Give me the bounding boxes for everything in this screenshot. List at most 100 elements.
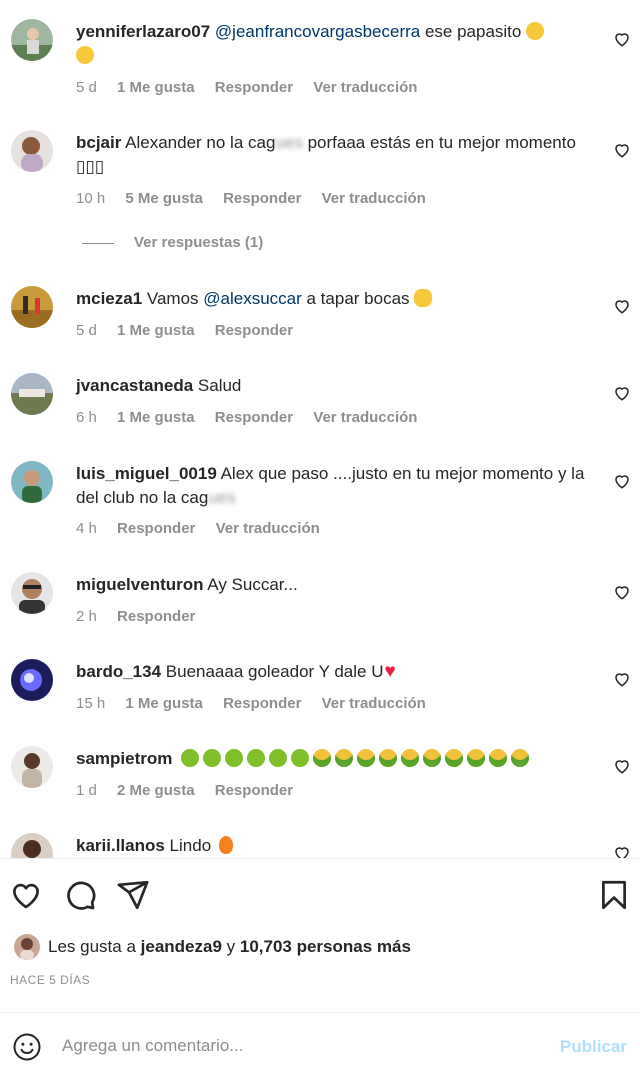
comment-text: bardo_134 Buenaaaa goleador Y dale U♥ [76,660,596,684]
post-date: HACE 5 DÍAS [10,973,91,987]
reply-button[interactable]: Responder [215,322,293,339]
heart-icon[interactable] [613,757,631,775]
fire-emoji [218,836,233,854]
comment-username[interactable]: luis_miguel_0019 [76,464,217,483]
red-heart-emoji: ♥ [384,661,396,682]
comment-time: 15 h [76,695,106,712]
comment-input[interactable] [62,1029,532,1063]
emoji-sweat-smile [526,22,548,41]
comment-username[interactable]: jvancastaneda [76,376,193,395]
comment-username[interactable]: mcieza1 [76,289,142,308]
comment-body: Salud [193,376,242,395]
avatar[interactable] [11,461,53,503]
likes-summary[interactable]: Les gusta a jeandeza9 y 10,703 personas … [14,932,411,962]
comment-text: jvancastaneda Salud [76,374,596,398]
comment-time: 5 d [76,79,97,96]
comment-body: Vamos [142,289,204,308]
avatar[interactable] [11,286,53,328]
comment-username[interactable]: bcjair [76,133,121,152]
comment-body: a tapar bocas [301,289,410,308]
likes-count[interactable]: 1 Me gusta [117,79,195,96]
comment-username[interactable]: karii.llanos [76,836,165,855]
likes-count[interactable]: 2 Me gusta [117,782,195,799]
comment-meta: 1 d 2 Me gusta Responder [76,782,309,799]
avatar[interactable] [11,130,53,172]
heart-icon[interactable] [9,878,43,912]
post-button[interactable]: Publicar [560,1037,627,1057]
comment-mention[interactable]: @jeanfrancovargasbecerra [215,22,420,41]
comment-text: luis_miguel_0019 Alex que paso ....justo… [76,462,596,510]
heart-icon[interactable] [613,30,631,48]
replies-divider [82,242,114,244]
translate-button[interactable]: Ver traducción [322,190,426,207]
reply-button[interactable]: Responder [223,695,301,712]
likes-count-total[interactable]: 10,703 personas más [240,937,411,957]
heart-icon[interactable] [613,583,631,601]
likes-count[interactable]: 5 Me gusta [125,190,203,207]
emoji-sweat-smile [76,46,98,65]
heart-icon[interactable] [613,384,631,402]
avatar[interactable] [11,746,53,788]
heart-icon[interactable] [613,844,631,858]
comment-username[interactable]: sampietrom [76,749,172,768]
likes-count[interactable]: 1 Me gusta [117,322,195,339]
comment-meta: 4 h Responder Ver traducción [76,520,336,537]
reply-button[interactable]: Responder [215,79,293,96]
likes-middle: y [226,937,236,956]
avatar[interactable] [11,833,53,858]
comment-text: bcjair Alexander no la cagues porfaaa es… [76,131,596,179]
reply-button[interactable]: Responder [117,608,195,625]
comment-meta: 15 h 1 Me gusta Responder Ver traducción [76,695,442,712]
section-divider [0,858,640,859]
post-actions-bar [0,870,640,918]
heart-icon[interactable] [613,670,631,688]
reply-button[interactable]: Responder [215,409,293,426]
comment-text: sampietrom [76,747,596,771]
avatar[interactable] [11,373,53,415]
likes-count[interactable]: 1 Me gusta [125,695,203,712]
liker-username[interactable]: jeandeza9 [141,937,222,957]
heart-icon[interactable] [613,141,631,159]
comment-time: 4 h [76,520,97,537]
comment-body: Lindo [164,836,212,855]
reply-button[interactable]: Responder [117,520,195,537]
heart-icon[interactable] [613,297,631,315]
comment-body: Alexander no la cag [121,133,276,152]
avatar[interactable] [11,659,53,701]
comment-meta: 5 d 1 Me gusta Responder [76,322,309,339]
comment-username[interactable]: yenniferlazaro07 [76,22,210,41]
likes-prefix: Les gusta a [48,937,136,956]
view-replies-label: Ver respuestas (1) [134,234,264,251]
comment-meta: 2 h Responder [76,608,211,625]
comments-list: yenniferlazaro07 @jeanfrancovargasbecerr… [0,0,640,858]
smile-icon[interactable] [12,1032,42,1062]
translate-button[interactable]: Ver traducción [216,520,320,537]
comment-time: 10 h [76,190,106,207]
comment-icon[interactable] [63,878,97,912]
comment-username[interactable]: bardo_134 [76,662,161,681]
censored-text: ues [208,488,236,507]
send-icon[interactable] [116,878,150,912]
comment-username[interactable]: miguelventuron [76,575,204,594]
translate-button[interactable]: Ver traducción [313,79,417,96]
view-replies-button[interactable]: Ver respuestas (1) [82,234,263,251]
comment-text: karii.llanos Lindo [76,834,596,858]
heart-icon[interactable] [613,472,631,490]
avatar[interactable] [11,572,53,614]
comment-meta: 5 d 1 Me gusta Responder Ver traducción [76,79,433,96]
emoji-row [181,749,533,768]
censored-text: ues [275,133,303,152]
comment-meta: 10 h 5 Me gusta Responder Ver traducción [76,190,442,207]
reply-button[interactable]: Responder [223,190,301,207]
emoji-screaming [414,289,436,308]
likes-count[interactable]: 1 Me gusta [117,409,195,426]
avatar[interactable] [11,19,53,61]
translate-button[interactable]: Ver traducción [322,695,426,712]
translate-button[interactable]: Ver traducción [313,409,417,426]
comment-mention[interactable]: @alexsuccar [203,289,302,308]
liker-avatar[interactable] [14,934,40,960]
comment-body: Ay Succar... [203,575,298,594]
bookmark-icon[interactable] [597,878,631,912]
reply-button[interactable]: Responder [215,782,293,799]
comment-body: Buenaaaa goleador Y dale U [161,662,384,681]
